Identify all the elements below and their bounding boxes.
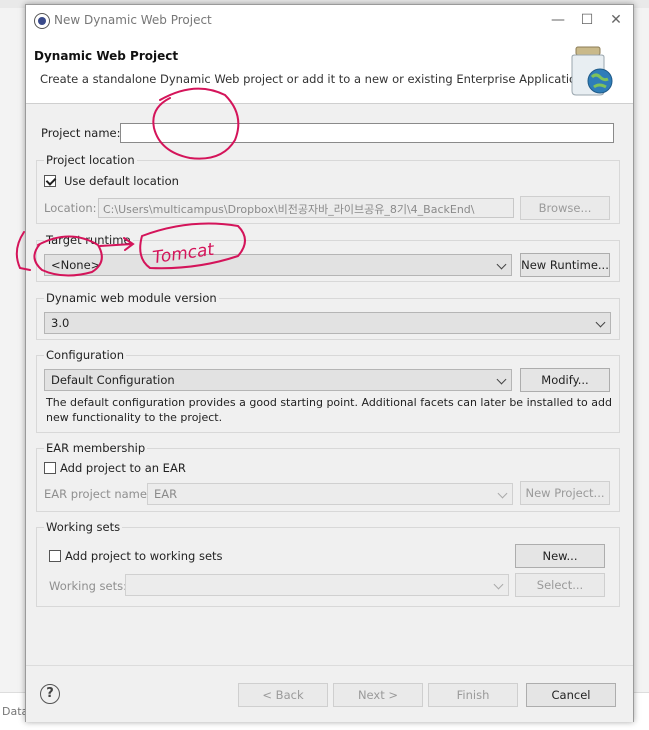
handwritten-annotation-overlay: Tomcat xyxy=(15,87,246,277)
bracket-annotation xyxy=(15,231,31,271)
arrow-annotation xyxy=(99,237,135,251)
circle-annotation-none xyxy=(33,235,103,277)
circle-annotation-project-name xyxy=(152,87,240,160)
